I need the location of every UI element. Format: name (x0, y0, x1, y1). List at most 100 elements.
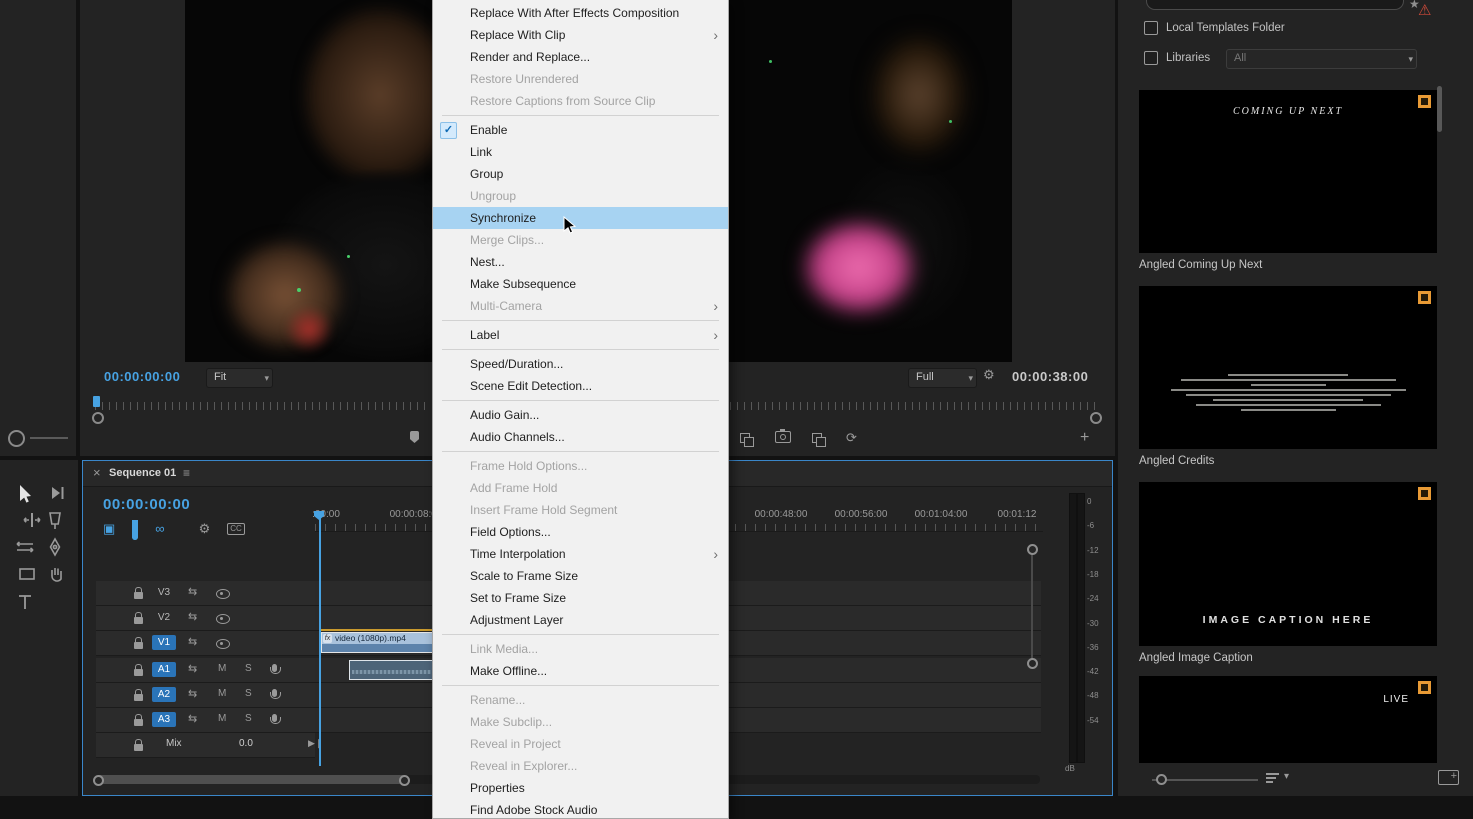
source-zoom-select[interactable]: Fit ▾ (206, 368, 273, 388)
menu-item[interactable]: Make Offline... (433, 660, 728, 682)
program-zoom-select[interactable]: Full ▾ (908, 368, 977, 388)
libraries-checkbox[interactable] (1144, 51, 1158, 65)
vertical-scrollbar[interactable] (1031, 552, 1033, 659)
voiceover-mic-icon[interactable] (272, 689, 277, 697)
loop-button[interactable]: ⟳ (846, 430, 857, 446)
voiceover-mic-icon[interactable] (272, 714, 277, 722)
track-target-v2[interactable]: V2 (152, 610, 176, 625)
slip-tool[interactable] (13, 535, 37, 559)
timeline-settings-icon[interactable]: ⚙ (199, 521, 211, 537)
source-patch-icon[interactable]: ⇆ (188, 585, 197, 598)
hscroll-right-handle[interactable] (399, 775, 410, 786)
lock-icon[interactable] (134, 617, 143, 624)
menu-item[interactable]: Render and Replace... (433, 46, 728, 68)
hscroll-left-handle[interactable] (93, 775, 104, 786)
solo-button[interactable]: S (245, 713, 252, 724)
source-patch-icon[interactable]: ⇆ (188, 712, 197, 725)
snap-toggle[interactable] (132, 520, 138, 538)
template-card[interactable]: IMAGE CAPTION HERE (1139, 482, 1437, 646)
track-target-v1[interactable]: V1 (152, 635, 176, 650)
menu-item[interactable]: Label› (433, 324, 728, 346)
toggle-track-output-icon[interactable] (216, 639, 230, 649)
menu-item[interactable]: Nest... (433, 251, 728, 273)
effect-slider[interactable] (30, 437, 68, 439)
menu-item[interactable]: Properties (433, 777, 728, 799)
menu-item[interactable]: Enable✓ (433, 119, 728, 141)
source-patch-icon[interactable]: ⇆ (188, 635, 197, 648)
track-target-a2[interactable]: A2 (152, 687, 176, 702)
mute-button[interactable]: M (218, 663, 226, 674)
track-header-a3[interactable]: A3⇆MS (96, 708, 315, 733)
program-zoom-handle[interactable] (1090, 412, 1102, 424)
source-patch-icon[interactable]: ⇆ (188, 687, 197, 700)
lock-icon[interactable] (134, 669, 143, 676)
button-editor-plus[interactable]: + (1080, 429, 1089, 447)
thumbnail-size-knob[interactable] (1156, 774, 1167, 785)
source-mini-timeline[interactable] (95, 402, 431, 410)
insert-button[interactable] (812, 433, 822, 443)
track-header-a1[interactable]: A1 ⇆ M S (96, 658, 315, 683)
eg-scrollbar-thumb[interactable] (1437, 86, 1442, 132)
template-card[interactable]: LIVE (1139, 676, 1437, 763)
mix-gain-value[interactable]: 0.0 (239, 738, 253, 749)
menu-item[interactable]: Replace With After Effects Composition (433, 2, 728, 24)
selection-tool[interactable] (13, 482, 37, 506)
lock-icon[interactable] (134, 694, 143, 701)
sort-filter-icon[interactable] (1266, 773, 1280, 785)
mix-track-header[interactable]: Mix 0.0 ▶❘ (96, 733, 315, 758)
track-header-a2[interactable]: A2⇆MS (96, 683, 315, 708)
comparison-view-button[interactable] (740, 433, 750, 443)
voiceover-mic-icon[interactable] (272, 664, 277, 672)
source-patch-icon[interactable]: ⇆ (188, 610, 197, 623)
menu-item[interactable]: Adjustment Layer (433, 609, 728, 631)
track-target-v3[interactable]: V3 (152, 585, 176, 600)
menu-item[interactable]: Synchronize (433, 207, 728, 229)
timeline-playhead-line[interactable] (319, 511, 321, 766)
track-header-v2[interactable]: V2 ⇆ (96, 606, 315, 631)
lock-icon[interactable] (134, 719, 143, 726)
lock-icon[interactable] (134, 744, 143, 751)
menu-item[interactable]: Group (433, 163, 728, 185)
menu-item[interactable]: Scale to Frame Size (433, 565, 728, 587)
menu-item[interactable]: Make Subsequence (433, 273, 728, 295)
program-mini-timeline[interactable] (730, 402, 1096, 410)
audio-clip[interactable] (349, 660, 434, 680)
video-clip[interactable]: video (1080p).mp4 fx (321, 632, 434, 653)
solo-button[interactable]: S (245, 688, 252, 699)
thumbnail-size-slider[interactable] (1152, 779, 1258, 781)
menu-item[interactable]: Set to Frame Size (433, 587, 728, 609)
menu-item[interactable]: Replace With Clip› (433, 24, 728, 46)
libraries-select[interactable]: All ▾ (1226, 49, 1417, 69)
menu-item[interactable]: Speed/Duration... (433, 353, 728, 375)
timeline-playhead-timecode[interactable]: 00:00:00:00 (103, 496, 190, 513)
pen-tool[interactable] (43, 535, 67, 559)
close-icon[interactable]: × (93, 465, 101, 480)
nest-toggle-icon[interactable]: ▣ (103, 521, 115, 537)
menu-item[interactable]: Audio Channels... (433, 426, 728, 448)
sequence-tab[interactable]: Sequence 01 (109, 467, 176, 479)
track-header-v1[interactable]: V1 ⇆ (96, 631, 315, 656)
solo-button[interactable]: S (245, 663, 252, 674)
toggle-track-output-icon[interactable] (216, 589, 230, 599)
menu-item[interactable]: Field Options... (433, 521, 728, 543)
ripple-edit-tool[interactable] (20, 508, 44, 532)
lock-icon[interactable] (134, 592, 143, 599)
template-card[interactable] (1139, 286, 1437, 449)
type-tool[interactable] (13, 590, 37, 614)
panel-menu-icon[interactable]: ≡ (183, 466, 190, 480)
track-header-v3[interactable]: V3 ⇆ (96, 581, 315, 606)
menu-item[interactable]: Audio Gain... (433, 404, 728, 426)
source-patch-icon[interactable]: ⇆ (188, 662, 197, 675)
source-zoom-handle[interactable] (92, 412, 104, 424)
track-select-forward-tool[interactable] (45, 481, 69, 505)
track-target-a1[interactable]: A1 (152, 662, 176, 677)
linked-selection-icon[interactable]: ∞ (155, 521, 164, 537)
toggle-track-output-icon[interactable] (216, 614, 230, 624)
hand-tool[interactable] (45, 563, 69, 587)
warning-icon[interactable]: ⚠ (1418, 1, 1431, 19)
menu-item[interactable]: Find Adobe Stock Audio (433, 799, 728, 819)
source-playhead[interactable] (93, 396, 100, 407)
rectangle-tool[interactable] (15, 562, 39, 586)
effect-dial-knob[interactable] (8, 430, 25, 447)
export-frame-button[interactable] (775, 428, 791, 443)
